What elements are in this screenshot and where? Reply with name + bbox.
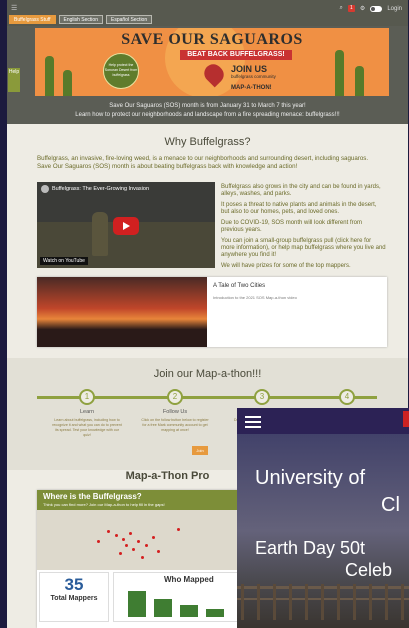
notification-badge[interactable]: 1 bbox=[347, 5, 355, 12]
dashboard-header: Where is the Buffelgrass? Think you can … bbox=[37, 490, 247, 510]
search-icon[interactable]: ⌕ bbox=[340, 5, 343, 12]
intro-bar: Save Our Saguaros (SOS) month is from Ja… bbox=[7, 98, 408, 124]
total-mappers-card: 35 Total Mappers bbox=[39, 572, 109, 622]
fence-graphic bbox=[237, 584, 409, 620]
why-detail: We will have prizes for some of the top … bbox=[221, 263, 351, 269]
university-logo bbox=[403, 411, 409, 427]
saguaro-icon bbox=[63, 70, 72, 96]
why-detail: It poses a threat to native plants and a… bbox=[221, 202, 377, 215]
overlay-subtitle-2: Celeb bbox=[345, 560, 393, 580]
why-details: Buffelgrass also grows in the city and c… bbox=[221, 184, 386, 274]
step-label: Learn bbox=[79, 409, 95, 415]
map-point bbox=[152, 536, 155, 539]
video-person bbox=[92, 212, 108, 256]
why-paragraph: Buffelgrass, an invasive, fire-loving we… bbox=[37, 155, 369, 170]
saguaro-icon bbox=[335, 50, 344, 96]
chart-bar bbox=[154, 599, 172, 617]
intro-line-1: Save Our Saguaros (SOS) month is from Ja… bbox=[109, 103, 306, 109]
map-point bbox=[129, 532, 132, 535]
card-subtitle: Introduction to the 2021 SOS Map-a-thon … bbox=[213, 295, 297, 300]
nav-right: ⌕ 1 ⚙ Login bbox=[340, 5, 402, 12]
tab-english-section[interactable]: English Section bbox=[58, 15, 103, 24]
sunset-image bbox=[37, 277, 207, 347]
settings-icon[interactable]: ⚙ bbox=[360, 5, 365, 12]
video-embed[interactable]: Buffelgrass: The Ever-Growing Invasion W… bbox=[37, 182, 215, 268]
why-heading: Why Buffelgrass? bbox=[164, 136, 251, 148]
step-text: Click on the follow button below to regi… bbox=[141, 418, 209, 432]
nav-tabs: Buffelgrass Stuff English Section Españo… bbox=[9, 15, 153, 24]
video-title-text: Buffelgrass: The Ever-Growing Invasion bbox=[52, 186, 150, 192]
watch-on-youtube-link[interactable]: Watch on YouTube bbox=[40, 257, 88, 265]
why-detail: Due to COVID-19, SOS month will look dif… bbox=[221, 220, 362, 233]
map-point bbox=[115, 534, 118, 537]
step-number: 3 bbox=[254, 389, 270, 405]
banner-seal: Help protect the Sonoran Desert from buf… bbox=[103, 53, 139, 89]
tab-espanol-section[interactable]: Español Section bbox=[105, 15, 153, 24]
login-link[interactable]: Login bbox=[387, 6, 402, 12]
who-mapped-chart: Who Mapped bbox=[113, 572, 245, 622]
tab-buffelgrass-stuff[interactable]: Buffelgrass Stuff bbox=[9, 15, 56, 24]
play-icon[interactable] bbox=[113, 217, 139, 235]
map-point bbox=[119, 552, 122, 555]
intro-line-2: Learn how to protect our neighborhoods a… bbox=[75, 112, 340, 118]
banner-sub: buffelgrass community bbox=[231, 74, 276, 79]
overlay-title: University of bbox=[255, 467, 366, 489]
map-point bbox=[145, 544, 148, 547]
saguaro-icon bbox=[45, 56, 54, 96]
theme-toggle[interactable] bbox=[370, 5, 383, 12]
step-label: Follow Us bbox=[162, 409, 188, 415]
banner-join: JOIN US bbox=[231, 64, 268, 74]
step-number: 2 bbox=[167, 389, 183, 405]
map-point bbox=[141, 556, 144, 559]
map-point bbox=[157, 550, 160, 553]
why-detail: You can join a small-group buffelgrass p… bbox=[221, 238, 386, 258]
story-card[interactable]: A Tale of Two Cities Introduction to the… bbox=[37, 277, 387, 347]
buffelgrass-map[interactable] bbox=[37, 510, 247, 570]
why-detail: Buffelgrass also grows in the city and c… bbox=[221, 184, 381, 197]
map-point bbox=[132, 548, 135, 551]
map-point bbox=[125, 544, 128, 547]
who-mapped-title: Who Mapped bbox=[164, 575, 214, 584]
map-point bbox=[177, 528, 180, 531]
banner-title: SAVE OUR SAGUAROS bbox=[121, 31, 303, 48]
chart-bar bbox=[128, 591, 146, 617]
top-nav: ☰ Buffelgrass Stuff English Section Espa… bbox=[7, 0, 408, 26]
dashboard-subtitle: Think you can find more? Join our Map-a-… bbox=[43, 502, 165, 507]
channel-avatar-icon bbox=[41, 185, 49, 193]
mapathon-heading: Join our Map-a-thon!!! bbox=[153, 368, 262, 380]
step-text: Learn about buffelgrass, including how t… bbox=[52, 418, 122, 437]
map-point bbox=[122, 538, 125, 541]
banner-ribbon: BEAT BACK BUFFELGRASS! bbox=[180, 50, 292, 60]
help-side-tab[interactable]: Help bbox=[8, 68, 20, 92]
chart-bar bbox=[206, 609, 224, 617]
video-title[interactable]: Buffelgrass: The Ever-Growing Invasion bbox=[41, 185, 149, 193]
overlay-header bbox=[237, 408, 409, 434]
chart-bar bbox=[180, 605, 198, 617]
total-mappers-count: 35 bbox=[64, 575, 84, 594]
dashboard-title: Where is the Buffelgrass? bbox=[43, 492, 142, 501]
banner: SAVE OUR SAGUAROS BEAT BACK BUFFELGRASS!… bbox=[7, 26, 408, 98]
hamburger-menu-icon[interactable] bbox=[245, 416, 261, 428]
card-title: A Tale of Two Cities bbox=[213, 283, 266, 289]
map-point bbox=[137, 540, 140, 543]
overlay-subtitle: Earth Day 50t bbox=[255, 538, 366, 558]
map-point bbox=[107, 530, 110, 533]
map-point bbox=[97, 540, 100, 543]
menu-icon[interactable]: ☰ bbox=[11, 4, 17, 12]
banner-mapathon: MAP-A-THON! bbox=[231, 85, 272, 91]
banner-image: SAVE OUR SAGUAROS BEAT BACK BUFFELGRASS!… bbox=[35, 28, 389, 96]
dashboard: Where is the Buffelgrass? Think you can … bbox=[37, 490, 247, 628]
step-number: 1 bbox=[79, 389, 95, 405]
overlay-window[interactable]: University of Cl Earth Day 50t Celeb bbox=[237, 408, 409, 628]
saguaro-icon bbox=[355, 66, 364, 96]
overlay-title-2: Cl bbox=[381, 494, 400, 516]
step-number: 4 bbox=[339, 389, 355, 405]
total-mappers-label: Total Mappers bbox=[50, 595, 98, 602]
join-button[interactable]: Join bbox=[192, 446, 208, 455]
